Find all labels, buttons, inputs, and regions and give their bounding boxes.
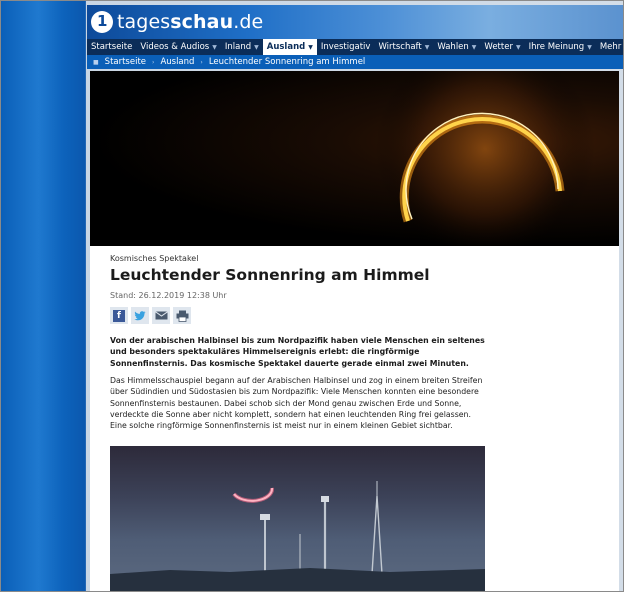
chevron-down-icon: ▼ — [308, 43, 313, 51]
print-icon — [176, 310, 188, 322]
chevron-down-icon: ▼ — [254, 43, 259, 51]
twitter-share-button[interactable] — [131, 307, 149, 324]
breadcrumb-bullet-icon: ■ — [93, 58, 99, 66]
breadcrumb-separator-icon: › — [152, 58, 155, 66]
share-bar: f — [110, 307, 191, 324]
nav-item-wetter[interactable]: Wetter ▼ — [480, 39, 524, 55]
facebook-share-button[interactable]: f — [110, 307, 128, 324]
article-body: Das Himmelsschauspiel begann auf der Ara… — [110, 376, 483, 431]
hero-image-eclipse — [90, 71, 619, 246]
nav-item-inland[interactable]: Inland ▼ — [221, 39, 263, 55]
chevron-down-icon: ▼ — [424, 43, 430, 51]
article-title: Leuchtender Sonnenring am Himmel — [110, 266, 430, 284]
article-kicker: Kosmisches Spektakel — [110, 254, 199, 263]
nav-item-wirtschaft[interactable]: Wirtschaft ▼ — [374, 39, 433, 55]
nav-item-startseite[interactable]: Startseite — [87, 39, 136, 55]
site-logo-text: tagesschau.de — [117, 11, 264, 33]
nav-item-investigativ[interactable]: Investigativ — [317, 39, 375, 55]
nav-item-wahlen[interactable]: Wahlen ▼ — [433, 39, 480, 55]
breadcrumb: ■ Startseite › Ausland › Leuchtender Son… — [87, 55, 623, 69]
chevron-down-icon: ▼ — [471, 43, 477, 51]
eclipse-landscape-image — [110, 481, 485, 591]
chevron-down-icon: ▼ — [515, 43, 521, 51]
nav-item-ausland[interactable]: Ausland ▼ — [262, 39, 317, 55]
breadcrumb-separator-icon: › — [200, 58, 203, 66]
breadcrumb-item-current: Leuchtender Sonnenring am Himmel — [208, 57, 366, 67]
breadcrumb-item-startseite[interactable]: Startseite — [105, 57, 146, 67]
nav-item-videos-audios[interactable]: Videos & Audios ▼ — [136, 39, 221, 55]
tagesschau-logo-icon — [91, 11, 113, 33]
facebook-icon: f — [113, 309, 125, 322]
mail-share-button[interactable] — [152, 307, 170, 324]
article-photo-eclipse — [110, 446, 485, 591]
site-logo[interactable]: tagesschau.de — [91, 10, 263, 34]
browser-viewport: tagesschau.de Startseite Videos & Audios… — [0, 0, 624, 592]
main-navigation: Startseite Videos & Audios ▼ Inland ▼ Ausl… — [87, 39, 623, 55]
mail-icon — [154, 311, 168, 320]
eclipse-ring-image — [375, 71, 595, 246]
article-content: Kosmisches Spektakel Leuchtender Sonnenr… — [90, 246, 619, 591]
nav-item-mehr[interactable]: Mehr▼ — [596, 39, 623, 55]
chevron-down-icon: ▼ — [587, 43, 592, 51]
nav-item-ihre-meinung[interactable]: Ihre Meinung ▼ — [525, 39, 596, 55]
print-button[interactable] — [173, 307, 191, 324]
article-date: Stand: 26.12.2019 12:38 Uhr — [110, 291, 227, 300]
article-lead: Von der arabischen Halbinsel bis zum Nor… — [110, 336, 485, 368]
twitter-icon — [134, 310, 146, 320]
chevron-down-icon: ▼ — [212, 43, 217, 51]
breadcrumb-item-ausland[interactable]: Ausland — [160, 57, 194, 67]
